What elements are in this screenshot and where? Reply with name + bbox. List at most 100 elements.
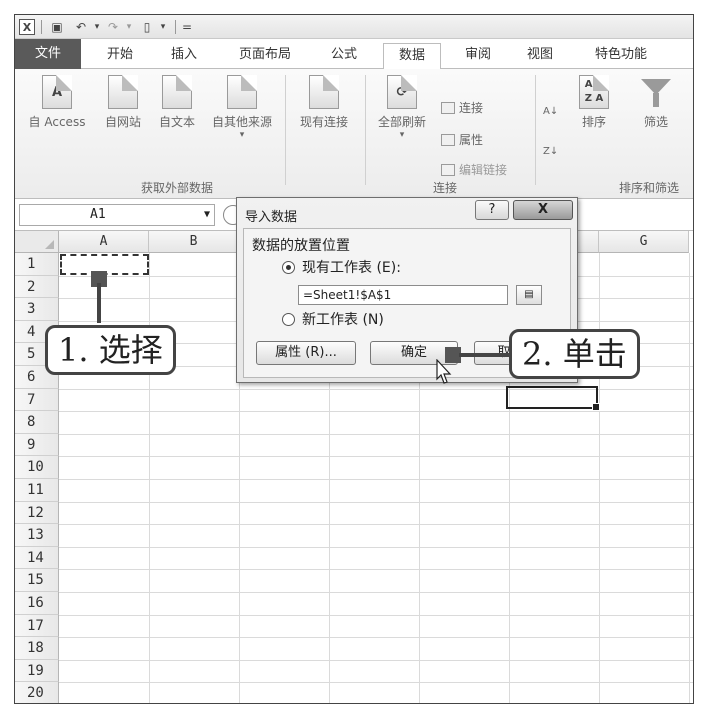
from-text-button[interactable]: 自文本	[151, 75, 203, 130]
from-web-button[interactable]: 自网站	[97, 75, 149, 130]
grid-row-line	[59, 388, 693, 390]
collapse-dialog-icon[interactable]: ▤	[516, 285, 542, 305]
new-sheet-label: 新工作表 (N)	[302, 312, 384, 328]
refresh-all-button[interactable]: ⟳ 全部刷新 ▾	[371, 75, 433, 140]
properties-command[interactable]: 属性	[441, 131, 483, 149]
undo-icon[interactable]: ↶	[73, 19, 89, 35]
grid-row-line	[59, 479, 693, 480]
new-dropdown-icon[interactable]: ▾	[155, 19, 171, 35]
grid-row-line	[59, 592, 693, 593]
edit-links-icon	[441, 164, 455, 176]
save-icon[interactable]: ▣	[49, 19, 65, 35]
select-all-corner[interactable]	[15, 231, 59, 253]
grid-row-line	[59, 433, 693, 435]
text-icon	[162, 75, 192, 109]
row-header[interactable]: 15	[15, 569, 59, 592]
column-header[interactable]: G	[599, 231, 689, 253]
customize-qat-icon[interactable]: =	[179, 19, 195, 35]
divider	[535, 75, 536, 185]
properties-label: 属性	[459, 133, 484, 147]
tab-insert[interactable]: 插入	[161, 43, 207, 69]
quick-access-toolbar: X ▣ ↶ ▾ ↷ ▾ ▯ ▾ =	[15, 15, 693, 39]
row-header[interactable]: 3	[15, 298, 59, 321]
new-sheet-radio[interactable]	[282, 313, 295, 326]
filter-button[interactable]: 筛选	[631, 75, 681, 130]
name-box[interactable]: A1 ▼	[19, 204, 215, 226]
existing-sheet-label: 现有工作表 (E):	[302, 260, 401, 276]
divider	[175, 20, 176, 34]
row-header[interactable]: 1	[15, 253, 59, 276]
edit-links-button[interactable]: 编辑链接	[441, 161, 507, 179]
row-header[interactable]: 13	[15, 524, 59, 547]
sort-ascending-button[interactable]: A↓	[543, 103, 558, 121]
row-header[interactable]: 17	[15, 614, 59, 638]
chevron-down-icon[interactable]: ▼	[204, 205, 210, 225]
placement-section-label: 数据的放置位置	[252, 238, 350, 254]
row-header[interactable]: 20	[15, 682, 59, 703]
help-button[interactable]: ?	[475, 200, 509, 220]
tab-special-features[interactable]: 特色功能	[581, 43, 661, 69]
sort-descending-button[interactable]: Z↓	[543, 143, 558, 161]
tab-home[interactable]: 开始	[97, 43, 143, 69]
grid-row-line	[59, 456, 693, 458]
address-input[interactable]: =Sheet1!$A$1	[298, 285, 508, 305]
column-header[interactable]: B	[149, 231, 239, 253]
column-header[interactable]: A	[59, 231, 149, 253]
row-header[interactable]: 16	[15, 592, 59, 615]
tab-view[interactable]: 视图	[517, 43, 563, 69]
row-header[interactable]: 19	[15, 659, 59, 683]
row-header[interactable]: 11	[15, 479, 59, 502]
row-header[interactable]: 7	[15, 388, 59, 412]
row-header[interactable]: 8	[15, 411, 59, 434]
redo-dropdown-icon[interactable]: ▾	[121, 19, 137, 35]
from-access-button[interactable]: A 自 Access	[21, 75, 93, 130]
properties-button[interactable]: 属性 (R)...	[256, 341, 356, 365]
active-cell-cursor[interactable]	[506, 386, 600, 411]
existing-connections-icon	[309, 75, 339, 109]
sort-button[interactable]: A Z Z A 排序	[571, 75, 617, 130]
connections-button[interactable]: 连接	[441, 99, 483, 117]
step1-connector	[97, 283, 101, 323]
from-web-label: 自网站	[104, 115, 141, 129]
existing-connections-button[interactable]: 现有连接	[291, 75, 357, 130]
refresh-all-label: 全部刷新	[377, 115, 426, 129]
sort-icon: A Z Z A	[579, 75, 609, 109]
chevron-down-icon: ▾	[399, 130, 405, 140]
from-other-sources-label: 自其他来源	[211, 115, 272, 129]
existing-sheet-radio[interactable]	[282, 261, 295, 274]
tab-file[interactable]: 文件	[15, 39, 81, 69]
edit-links-label: 编辑链接	[459, 163, 508, 177]
step2-connector	[459, 353, 511, 357]
divider	[285, 75, 286, 185]
undo-dropdown-icon[interactable]: ▾	[89, 19, 105, 35]
row-header[interactable]: 2	[15, 275, 59, 299]
grid-row-line	[59, 569, 693, 571]
sort-label: 排序	[581, 115, 606, 129]
group-label-external-data: 获取外部数据	[141, 181, 214, 195]
row-header[interactable]: 10	[15, 456, 59, 479]
from-access-label: 自 Access	[28, 115, 86, 129]
row-header[interactable]: 14	[15, 546, 59, 570]
excel-icon[interactable]: X	[19, 19, 35, 35]
tab-review[interactable]: 审阅	[455, 43, 501, 69]
screenshot-frame: X ▣ ↶ ▾ ↷ ▾ ▯ ▾ = 文件 开始 插入 页面布局 公式 数据 审阅…	[14, 14, 694, 704]
tab-formulas[interactable]: 公式	[321, 43, 367, 69]
grid-row-line	[59, 614, 693, 616]
redo-icon[interactable]: ↷	[105, 19, 121, 35]
name-box-value: A1	[90, 207, 106, 222]
row-header[interactable]: 9	[15, 433, 59, 457]
from-other-sources-button[interactable]: 自其他来源 ▾	[203, 75, 281, 140]
existing-connections-label: 现有连接	[299, 115, 348, 129]
group-label-sort-filter: 排序和筛选	[619, 181, 680, 195]
row-header[interactable]: 18	[15, 637, 59, 660]
row-header[interactable]: 12	[15, 501, 59, 525]
tab-data[interactable]: 数据	[383, 43, 441, 70]
web-icon	[108, 75, 138, 109]
filter-icon	[641, 75, 671, 109]
grid-row-line	[59, 682, 693, 684]
grid-row-line	[59, 524, 693, 526]
tab-page-layout[interactable]: 页面布局	[227, 43, 303, 69]
grid-row-line	[59, 637, 693, 639]
new-document-icon[interactable]: ▯	[139, 19, 155, 35]
close-button[interactable]: X	[513, 200, 573, 220]
